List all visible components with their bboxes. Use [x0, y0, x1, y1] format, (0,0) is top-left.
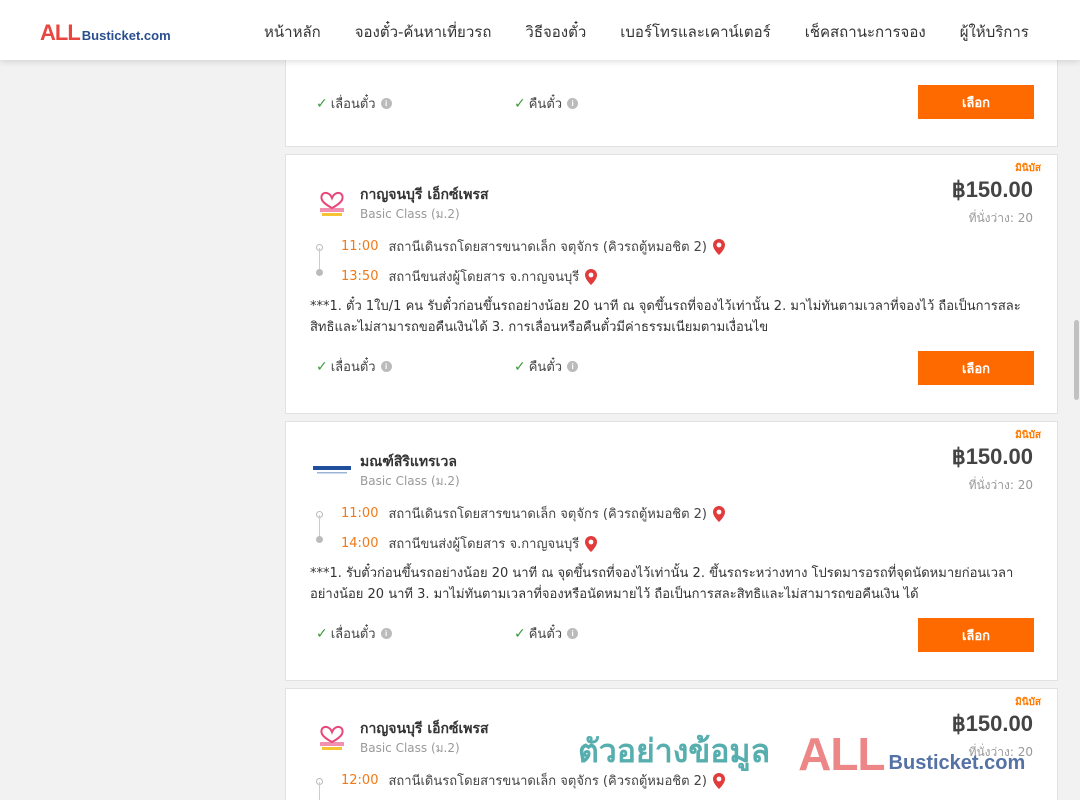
nav-phone-counter[interactable]: เบอร์โทรและเคาน์เตอร์ — [620, 20, 770, 44]
info-icon[interactable]: i — [380, 628, 392, 639]
scrollbar-thumb[interactable] — [1074, 320, 1079, 400]
route-timeline — [316, 242, 324, 276]
change-ticket-feature: ✓ เลื่อนตั๋ว i — [316, 93, 392, 114]
nav-home[interactable]: หน้าหลัก — [264, 20, 321, 44]
map-pin-icon[interactable] — [585, 535, 598, 552]
operator-name: กาญจนบุรี เอ็กซ์เพรส — [360, 721, 489, 737]
check-icon: ✓ — [514, 95, 526, 112]
trip-note: ***1. ตั๋ว 1ใบ/1 คน รับตั๋วก่อนขึ้นรถอย่… — [310, 299, 1021, 335]
timeline-line — [319, 782, 320, 800]
refund-ticket-feature: ✓ คืนตั๋ว i — [514, 356, 579, 377]
check-icon: ✓ — [514, 358, 526, 375]
select-button[interactable]: เลือก — [918, 618, 1034, 652]
sample-data-watermark: ตัวอย่างข้อมูล ALL Busticket.com — [578, 726, 1025, 777]
operator-name: มณฑ์สิริแทรเวล — [360, 454, 457, 470]
minibus-badge: มินิบัส — [1015, 697, 1041, 708]
refund-ticket-label: คืนตั๋ว — [528, 97, 563, 112]
timeline-line — [319, 515, 320, 537]
route-timeline — [316, 509, 324, 543]
refund-ticket-label: คืนตั๋ว — [528, 360, 563, 375]
nav-check-status[interactable]: เช็คสถานะการจอง — [805, 20, 926, 44]
info-icon[interactable]: i — [380, 361, 392, 372]
info-icon[interactable]: i — [380, 98, 392, 109]
operator-logo — [312, 182, 352, 222]
change-ticket-label: เลื่อนตั๋ว — [330, 97, 376, 112]
monsiri-logo-icon — [313, 466, 351, 474]
arrival-time: 13:50 — [341, 269, 379, 284]
heart-logo-icon — [320, 726, 344, 750]
minibus-badge: มินิบัส — [1015, 163, 1041, 174]
top-header: ALL Busticket.com หน้าหลัก จองตั๋ว-ค้นหา… — [0, 0, 1080, 60]
info-icon[interactable]: i — [567, 98, 579, 109]
watermark-thai-text: ตัวอย่างข้อมูล — [578, 732, 771, 770]
arrival-place: สถานีขนส่งผู้โดยสาร จ.กาญจนบุรี — [388, 270, 580, 285]
departure-time: 12:00 — [341, 773, 379, 788]
change-ticket-feature: ✓ เลื่อนตั๋ว i — [316, 623, 392, 644]
change-ticket-label: เลื่อนตั๋ว — [330, 360, 376, 375]
refund-ticket-feature: ✓ คืนตั๋ว i — [514, 93, 579, 114]
trip-note: ***1. รับตั๋วก่อนขึ้นรถอย่างน้อย 20 นาที… — [310, 566, 1014, 602]
departure-place: สถานีเดินรถโดยสารขนาดเล็ก จตุจักร (คิวรถ… — [388, 507, 707, 522]
minibus-badge: มินิบัส — [1015, 430, 1041, 441]
page-scrollbar[interactable] — [1072, 60, 1080, 800]
route-timeline — [316, 776, 324, 800]
timeline-line — [319, 248, 320, 270]
info-icon[interactable]: i — [567, 361, 579, 372]
info-icon[interactable]: i — [567, 628, 579, 639]
nav-how-to-book[interactable]: วิธีจองตั๋ว — [525, 20, 586, 44]
change-ticket-label: เลื่อนตั๋ว — [330, 627, 376, 642]
arrival-place: สถานีขนส่งผู้โดยสาร จ.กาญจนบุรี — [388, 537, 580, 552]
departure-time: 11:00 — [341, 506, 379, 521]
watermark-busticket-text: Busticket.com — [888, 752, 1026, 774]
logo-all-text: ALL — [40, 20, 81, 45]
bus-class: Basic Class (ม.2) — [360, 207, 460, 221]
select-button[interactable]: เลือก — [918, 351, 1034, 385]
site-logo[interactable]: ALL Busticket.com — [40, 20, 171, 46]
nav-operators[interactable]: ผู้ให้บริการ — [960, 20, 1029, 44]
seats-available: ที่นั่งว่าง: 20 — [968, 478, 1033, 492]
ticket-price: ฿150.00 — [951, 177, 1033, 202]
departure-stop: 11:00 สถานีเดินรถโดยสารขนาดเล็ก จตุจักร … — [341, 236, 725, 257]
departure-time: 11:00 — [341, 239, 379, 254]
refund-ticket-feature: ✓ คืนตั๋ว i — [514, 623, 579, 644]
select-button[interactable]: เลือก — [918, 85, 1034, 119]
check-icon: ✓ — [514, 625, 526, 642]
logo-busticket-text: Busticket.com — [81, 28, 171, 43]
departure-stop: 11:00 สถานีเดินรถโดยสารขนาดเล็ก จตุจักร … — [341, 503, 725, 524]
bus-class: Basic Class (ม.2) — [360, 474, 460, 488]
heart-logo-icon — [320, 192, 344, 216]
map-pin-icon[interactable] — [585, 268, 598, 285]
map-pin-icon[interactable] — [713, 505, 725, 522]
main-nav: หน้าหลัก จองตั๋ว-ค้นหาเที่ยวรถ วิธีจองตั… — [264, 20, 1029, 44]
departure-place: สถานีเดินรถโดยสารขนาดเล็ก จตุจักร (คิวรถ… — [388, 240, 707, 255]
timeline-end-dot — [316, 269, 323, 276]
arrival-stop: 14:00 สถานีขนส่งผู้โดยสาร จ.กาญจนบุรี — [341, 533, 598, 554]
refund-ticket-label: คืนตั๋ว — [528, 627, 563, 642]
arrival-stop: 13:50 สถานีขนส่งผู้โดยสาร จ.กาญจนบุรี — [341, 266, 598, 287]
operator-logo — [312, 716, 352, 756]
timeline-end-dot — [316, 536, 323, 543]
ticket-price: ฿150.00 — [951, 444, 1033, 469]
operator-name: กาญจนบุรี เอ็กซ์เพรส — [360, 187, 489, 203]
change-ticket-feature: ✓ เลื่อนตั๋ว i — [316, 356, 392, 377]
bus-class: Basic Class (ม.2) — [360, 741, 460, 755]
operator-logo — [312, 449, 352, 489]
result-card: มินิบัส กาญจนบุรี เอ็กซ์เพรส Basic Class… — [285, 154, 1058, 414]
watermark-all-text: ALL — [798, 728, 885, 780]
check-icon: ✓ — [316, 625, 328, 642]
nav-book-search[interactable]: จองตั๋ว-ค้นหาเที่ยวรถ — [355, 20, 492, 44]
seats-available: ที่นั่งว่าง: 20 — [968, 211, 1033, 225]
map-pin-icon[interactable] — [713, 238, 725, 255]
check-icon: ✓ — [316, 358, 328, 375]
check-icon: ✓ — [316, 95, 328, 112]
result-card: มินิบัส มณฑ์สิริแทรเวล Basic Class (ม.2)… — [285, 421, 1058, 681]
arrival-time: 14:00 — [341, 536, 379, 551]
